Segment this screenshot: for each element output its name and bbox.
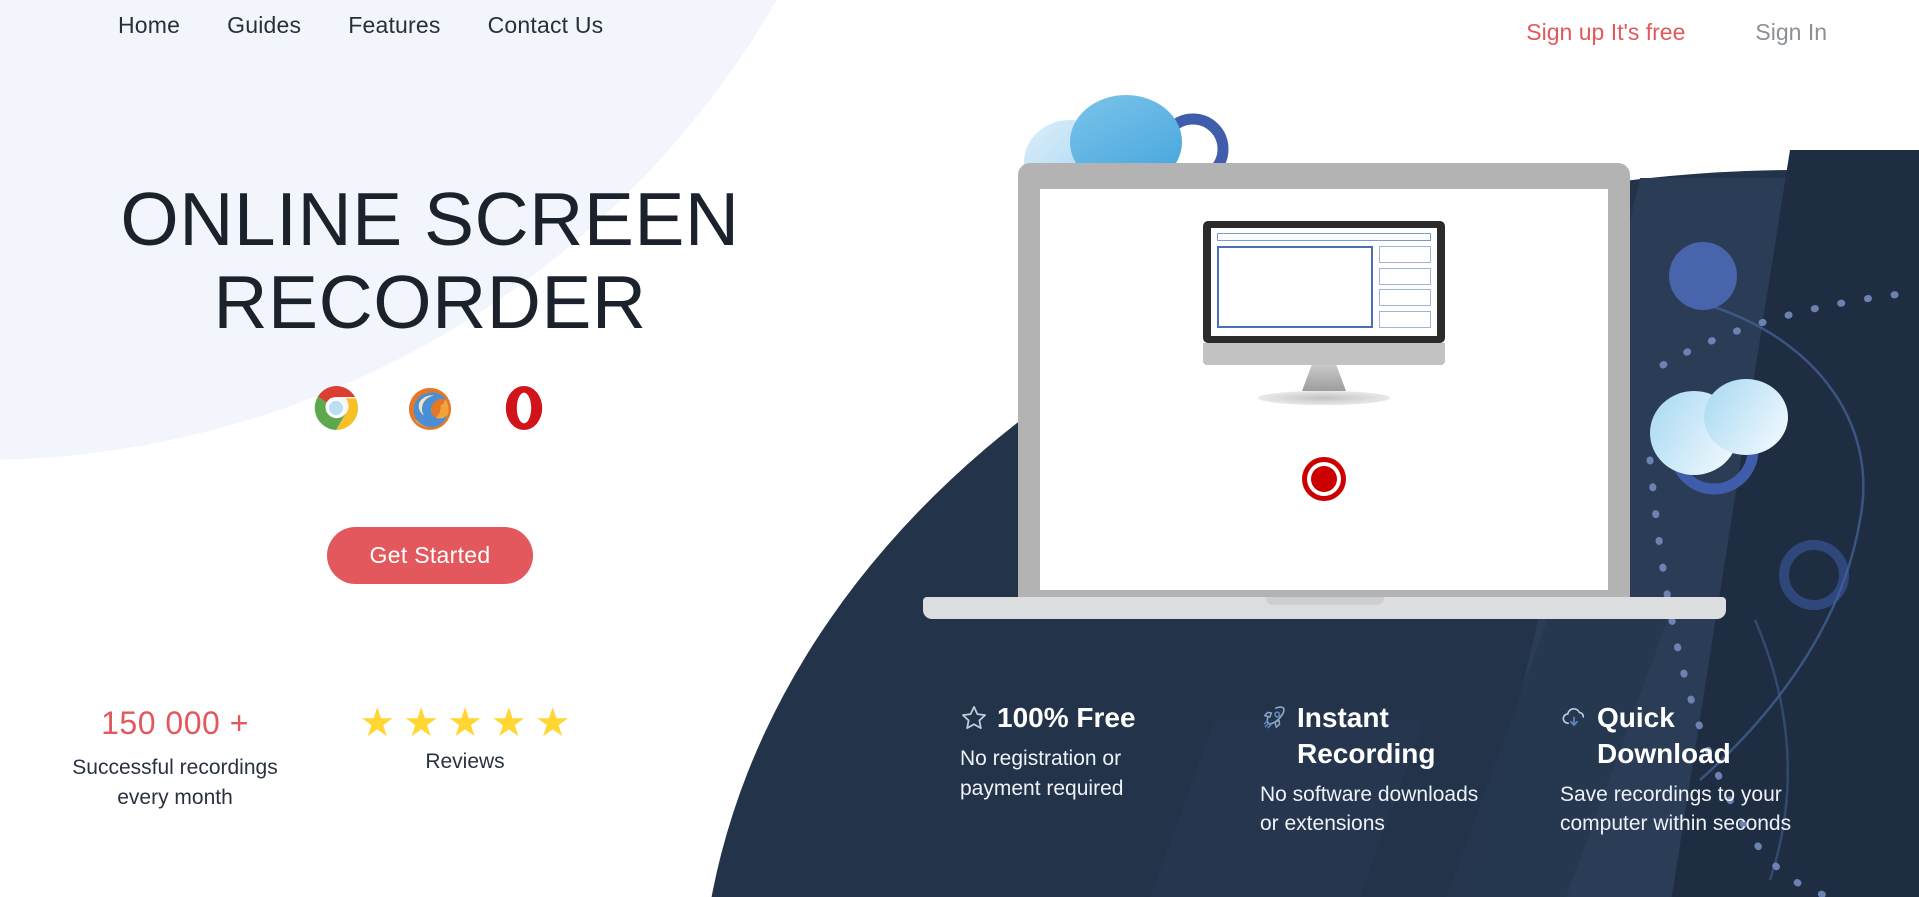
feature-desc-line-1: Save recordings to your (1560, 782, 1782, 806)
sign-up-link[interactable]: Sign up It's free (1526, 19, 1685, 46)
sign-in-link[interactable]: Sign In (1755, 19, 1827, 46)
feature-heading: Quick Download (1560, 700, 1862, 772)
star-icon: ★ (359, 701, 396, 745)
feature-desc-line-1: No registration or (960, 746, 1122, 770)
feature-title-line-1: Quick (1597, 702, 1675, 733)
monitor-window-body (1217, 246, 1431, 328)
reviews-label: Reviews (425, 750, 505, 773)
monitor-stand (1302, 365, 1346, 391)
recordings-caption: Successful recordings every month (30, 753, 320, 814)
monitor-main-panel (1217, 246, 1373, 328)
monitor-side-box (1379, 289, 1431, 307)
feature-quick-download: Quick Download Save recordings to your c… (1560, 700, 1890, 839)
feature-heading: 100% Free (960, 700, 1232, 736)
monitor-side-panels (1379, 246, 1431, 328)
feature-desc-line-1: No software downloads (1260, 782, 1479, 806)
monitor-display (1211, 228, 1437, 336)
header-account-actions: Sign up It's free Sign In (1526, 19, 1827, 46)
record-button-ring (1307, 462, 1341, 496)
get-started-button[interactable]: Get Started (326, 527, 534, 584)
monitor-foot (1258, 391, 1390, 405)
laptop-screen (1040, 189, 1608, 590)
cloud-download-icon (1562, 708, 1585, 726)
site-header: Home Guides Features Contact Us Sign up … (0, 0, 1919, 60)
star-outline-icon (962, 706, 986, 730)
firefox-icon (408, 387, 452, 431)
monitor-side-box (1379, 267, 1431, 285)
monitor-url-bar (1217, 233, 1431, 241)
feature-desc-line-2: payment required (960, 776, 1124, 800)
chrome-icon (313, 385, 359, 431)
feature-description: Save recordings to your computer within … (1560, 780, 1862, 840)
feature-title-line-2: Download (1597, 737, 1731, 769)
feature-description: No registration or payment required (960, 744, 1232, 804)
feature-instant-recording: Instant Recording No software downloads … (1260, 700, 1560, 839)
record-button-dot (1311, 466, 1337, 492)
star-icon: ★ (403, 701, 440, 745)
stats-row: 150 000 + Successful recordings every mo… (30, 701, 710, 814)
rocket-icon (1263, 706, 1285, 729)
supported-browsers (0, 385, 860, 431)
nav-features[interactable]: Features (348, 12, 440, 39)
nav-guides[interactable]: Guides (227, 12, 301, 39)
recordings-caption-line-1: Successful recordings (72, 756, 278, 779)
feature-title-line-2: Recording (1297, 737, 1436, 769)
cloud-icon-right (1650, 379, 1788, 475)
reviews-stat: ★ ★ ★ ★ ★ Reviews (320, 701, 610, 814)
feature-desc-line-2: or extensions (1260, 812, 1385, 836)
page-title: ONLINE SCREEN RECORDER (0, 178, 860, 343)
monitor-illustration (1203, 221, 1445, 405)
feature-desc-line-2: computer within seconds (1560, 812, 1792, 836)
feature-description: No software downloads or extensions (1260, 780, 1532, 840)
opera-icon (505, 385, 543, 431)
feature-title: Quick Download (1597, 700, 1731, 772)
monitor-side-box (1379, 246, 1431, 263)
feature-heading: Instant Recording (1260, 700, 1532, 772)
monitor-side-box (1379, 310, 1431, 328)
laptop-trackpad-notch (1265, 597, 1384, 605)
laptop-base (923, 597, 1726, 619)
feature-list: 100% Free No registration or payment req… (960, 700, 1919, 839)
nav-contact-us[interactable]: Contact Us (488, 12, 604, 39)
main-navigation: Home Guides Features Contact Us (118, 12, 603, 39)
recordings-caption-line-2: every month (117, 786, 233, 810)
star-icon: ★ (490, 701, 527, 745)
monitor-bezel (1203, 221, 1445, 343)
cta-container: Get Started (0, 527, 860, 584)
feature-title-line-1: Instant (1297, 702, 1389, 733)
laptop-lid (1018, 163, 1630, 600)
recordings-stat: 150 000 + Successful recordings every mo… (30, 705, 320, 814)
nav-home[interactable]: Home (118, 12, 180, 39)
star-icon: ★ (447, 701, 483, 745)
star-rating: ★ ★ ★ ★ ★ (320, 701, 610, 745)
monitor-chin (1203, 343, 1445, 365)
record-button[interactable] (1302, 457, 1346, 501)
recordings-count: 150 000 + (101, 705, 249, 741)
page-title-line-1: ONLINE SCREEN (120, 177, 740, 261)
hero-page: Home Guides Features Contact Us Sign up … (0, 0, 1919, 897)
feature-title: Instant Recording (1297, 700, 1435, 772)
star-icon: ★ (534, 701, 571, 745)
page-title-line-2: RECORDER (213, 259, 647, 344)
feature-title: 100% Free (997, 702, 1136, 733)
laptop-illustration (923, 163, 1726, 619)
feature-100-percent-free: 100% Free No registration or payment req… (960, 700, 1260, 839)
